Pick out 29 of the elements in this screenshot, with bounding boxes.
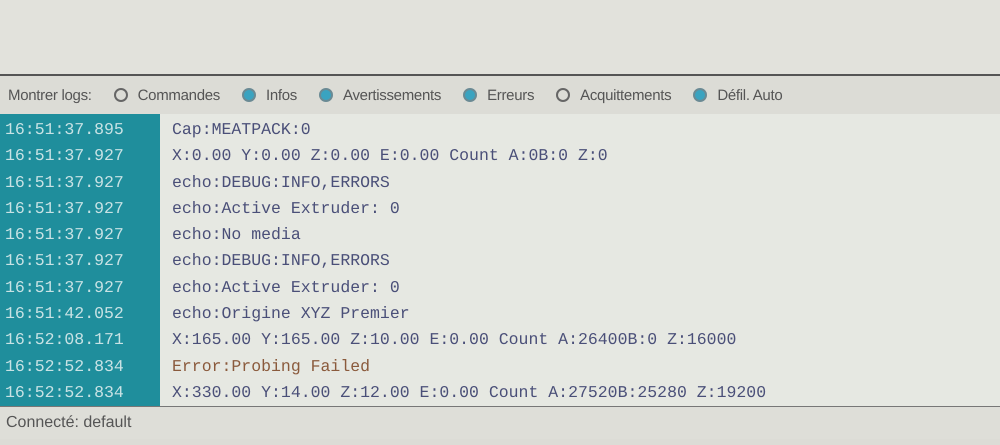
log-message: echo:DEBUG:INFO,ERRORS	[172, 250, 391, 272]
radio-option[interactable]: Acquittements	[556, 86, 672, 104]
timestamp: 16:52:52.834	[4, 382, 125, 404]
log-message: Error:Probing Failed	[172, 356, 372, 378]
timestamp: 16:51:37.895	[4, 119, 125, 141]
log-message: X:0.00 Y:0.00 Z:0.00 E:0.00 Count A:0B:0 Z:0	[172, 145, 609, 168]
log-message: echo:Active Extruder: 0	[172, 276, 401, 299]
log-message: echo:Active Extruder: 0	[172, 198, 401, 220]
timestamp: 16:51:37.927	[4, 250, 125, 272]
timestamp: 16:52:08.171	[4, 329, 125, 352]
timestamp: 16:51:37.927	[4, 224, 125, 246]
log-message: echo:No media	[172, 224, 302, 246]
timestamp: 16:52:52.834	[4, 356, 125, 378]
log-message: X:165.00 Y:165.00 Z:10.00 E:0.00 Count A:26400B:0 Z:16000	[172, 329, 738, 352]
radio-option[interactable]: Erreurs	[463, 86, 534, 104]
radio-option[interactable]: Infos	[242, 86, 298, 104]
radio-option[interactable]: Défil. Auto	[693, 86, 782, 104]
log-message: X:330.00 Y:14.00 Z:12.00 E:0.00 Count A:27520B:25280 Z:19200	[172, 382, 768, 404]
log-message: echo:Origine XYZ Premier	[172, 303, 411, 326]
timestamp: 16:51:37.927	[4, 276, 125, 299]
timestamp: 16:51:37.927	[4, 145, 125, 168]
radio-option[interactable]: Avertissements	[319, 86, 442, 104]
timestamp: 16:51:37.927	[4, 198, 125, 220]
log-message: echo:DEBUG:INFO,ERRORS	[172, 172, 391, 194]
filter-label: Montrer logs:	[8, 86, 92, 104]
timestamp: 16:51:37.927	[4, 172, 125, 194]
log-message: Cap:MEATPACK:0	[172, 119, 312, 141]
timestamp: 16:51:42.052	[4, 303, 125, 326]
radio-option[interactable]: Commandes	[114, 86, 220, 104]
